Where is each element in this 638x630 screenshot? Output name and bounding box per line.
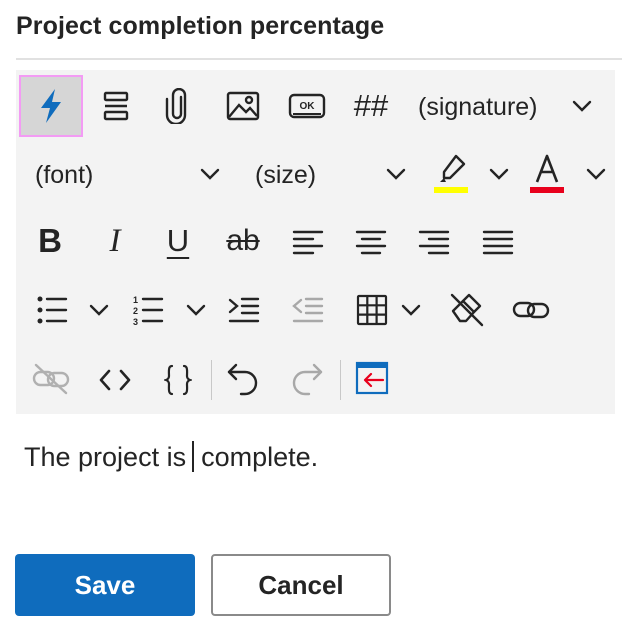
- editor-text-after: complete.: [201, 442, 319, 472]
- toolbar-separator: [340, 360, 341, 400]
- chevron-down-icon[interactable]: [397, 296, 425, 324]
- lightning-icon[interactable]: [19, 75, 83, 137]
- highlighter-icon[interactable]: [430, 150, 472, 196]
- cancel-button[interactable]: Cancel: [211, 554, 391, 616]
- save-button[interactable]: Save: [15, 554, 195, 616]
- align-right-icon[interactable]: [414, 222, 454, 262]
- strikethrough-icon[interactable]: ab: [220, 218, 266, 264]
- font-color-icon[interactable]: [526, 150, 568, 196]
- font-dropdown[interactable]: (font): [35, 161, 93, 190]
- align-center-icon[interactable]: [351, 222, 391, 262]
- underline-icon[interactable]: U: [158, 218, 198, 264]
- redo-icon[interactable]: [286, 358, 328, 400]
- numbered-list-icon[interactable]: 123: [128, 290, 168, 330]
- toolbar-separator: [211, 360, 212, 400]
- text-caret: [192, 441, 195, 472]
- ok-badge-text: OK: [300, 101, 316, 112]
- chevron-down-icon[interactable]: [196, 160, 224, 188]
- underline-glyph: U: [166, 223, 190, 258]
- code-icon[interactable]: [95, 360, 135, 400]
- editor-text-before: The project is: [24, 442, 187, 472]
- align-left-icon[interactable]: [288, 222, 328, 262]
- chevron-down-icon[interactable]: [382, 160, 410, 188]
- italic-icon[interactable]: I: [95, 218, 135, 264]
- editor-content[interactable]: The project is complete.: [24, 441, 318, 473]
- signature-dropdown[interactable]: (signature): [418, 93, 538, 122]
- align-justify-icon[interactable]: [478, 222, 518, 262]
- chevron-down-icon[interactable]: [582, 160, 610, 188]
- link-icon[interactable]: [510, 290, 552, 330]
- braces-icon[interactable]: [158, 360, 198, 400]
- strikethrough-glyph: ab: [226, 224, 260, 257]
- paperclip-icon[interactable]: [158, 84, 198, 128]
- chevron-down-icon[interactable]: [85, 296, 113, 324]
- unlink-icon[interactable]: [30, 358, 72, 400]
- svg-text:2: 2: [133, 306, 138, 316]
- size-dropdown[interactable]: (size): [255, 161, 316, 190]
- outdent-icon[interactable]: [288, 290, 328, 330]
- title-divider: [16, 58, 622, 60]
- bold-icon[interactable]: B: [30, 218, 70, 264]
- page-title: Project completion percentage: [16, 12, 385, 40]
- svg-text:1: 1: [133, 295, 138, 305]
- image-icon[interactable]: [222, 84, 264, 128]
- ok-button-icon[interactable]: OK: [286, 88, 328, 124]
- insert-icon[interactable]: [352, 358, 392, 398]
- chevron-down-icon[interactable]: [568, 92, 596, 120]
- undo-icon[interactable]: [222, 358, 264, 400]
- chevron-down-icon[interactable]: [182, 296, 210, 324]
- hash-icon[interactable]: ##: [348, 84, 394, 128]
- indent-icon[interactable]: [224, 290, 264, 330]
- chevron-down-icon[interactable]: [485, 160, 513, 188]
- dual-list-icon[interactable]: [96, 84, 136, 128]
- bullet-list-icon[interactable]: [32, 290, 72, 330]
- svg-text:3: 3: [133, 317, 138, 326]
- table-icon[interactable]: [352, 290, 392, 330]
- clear-format-icon[interactable]: [446, 288, 488, 332]
